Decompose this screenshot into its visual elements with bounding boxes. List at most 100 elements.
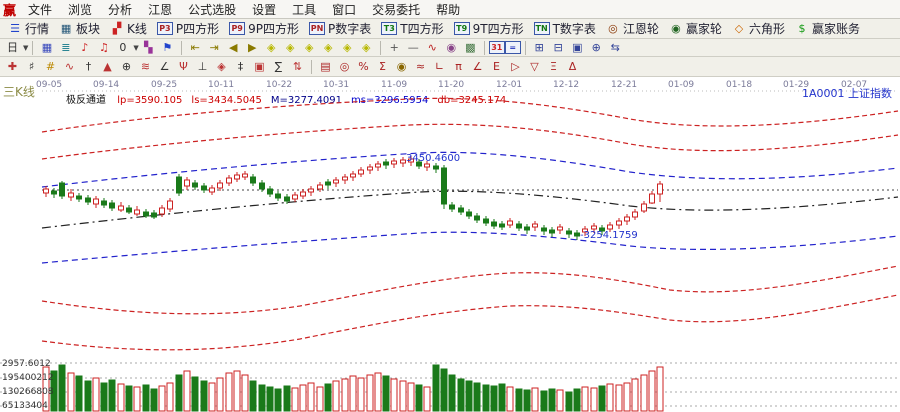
flag-icon[interactable]: ⚑: [159, 40, 176, 56]
cycle-tool-icon[interactable]: ◉: [443, 40, 460, 56]
angle-tool-icon[interactable]: ∠: [469, 59, 486, 75]
elliott-tool-icon[interactable]: E: [488, 59, 505, 75]
quote-list-icon[interactable]: ≣: [57, 40, 74, 56]
transfer-icon[interactable]: ⇆: [607, 40, 624, 56]
gann-wheel-button[interactable]: ◎江恩轮: [601, 19, 664, 38]
volume-bar: [176, 375, 182, 411]
menu-item-6[interactable]: 工具: [284, 2, 324, 18]
draw-gann-grid-icon[interactable]: #: [42, 59, 59, 75]
calendar-icon[interactable]: 31: [489, 41, 505, 54]
draw-triangle-icon[interactable]: ▲: [99, 59, 116, 75]
menu-item-2[interactable]: 分析: [100, 2, 140, 18]
save-icon[interactable]: ▣: [569, 40, 586, 56]
percent-line-icon[interactable]: %: [355, 59, 372, 75]
zoom-out-x-icon[interactable]: ◈: [263, 40, 280, 56]
first-bar-icon[interactable]: ⇤: [187, 40, 204, 56]
menu-item-8[interactable]: 交易委托: [364, 2, 428, 18]
play-fan-icon[interactable]: ▷: [507, 59, 524, 75]
p-number-table-button[interactable]: PNP数字表: [304, 19, 376, 38]
pi-tool-icon[interactable]: π: [450, 59, 467, 75]
9t-square-button[interactable]: T99T四方形: [449, 19, 529, 38]
draw-arcs-icon[interactable]: ≋: [137, 59, 154, 75]
draw-fork-icon[interactable]: Ψ: [175, 59, 192, 75]
lower-blue-line: [42, 232, 898, 263]
quotes-button[interactable]: ☰行情: [3, 19, 54, 38]
cascade-window-icon[interactable]: ⊟: [550, 40, 567, 56]
menu-item-3[interactable]: 江恩: [140, 2, 180, 18]
zoom-in-y-icon[interactable]: ◈: [320, 40, 337, 56]
menu-item-7[interactable]: 窗口: [324, 2, 364, 18]
zoom-out-y-icon[interactable]: ◈: [301, 40, 318, 56]
menu-item-9[interactable]: 帮助: [428, 2, 468, 18]
draw-angle-line-icon[interactable]: ✚: [4, 59, 21, 75]
t-number-table-button[interactable]: TNT数字表: [529, 19, 601, 38]
draw-anchor-icon[interactable]: ‡: [232, 59, 249, 75]
menu-item-1[interactable]: 浏览: [60, 2, 100, 18]
p-number-table-label: P数字表: [328, 20, 371, 37]
draw-cross-icon[interactable]: †: [80, 59, 97, 75]
wave-tool-icon[interactable]: ∿: [424, 40, 441, 56]
candle-body: [542, 228, 547, 231]
window-layout-dropdown-icon[interactable]: ▼: [23, 44, 28, 52]
minute-chart-icon[interactable]: ♪: [76, 40, 93, 56]
candle-body: [235, 175, 240, 179]
menu-item-0[interactable]: 文件: [20, 2, 60, 18]
xi-tool-icon[interactable]: Ξ: [545, 59, 562, 75]
gann-circle-icon[interactable]: ◎: [336, 59, 353, 75]
candle-body: [160, 208, 165, 214]
volume-bar: [624, 383, 630, 411]
winner-wheel-button[interactable]: ◉赢家轮: [664, 19, 727, 38]
fib-arc-icon[interactable]: ≈: [412, 59, 429, 75]
sectors-button[interactable]: ▦板块: [54, 19, 105, 38]
prev-bar-icon[interactable]: ◀: [225, 40, 242, 56]
report-table-icon[interactable]: ▦: [38, 40, 55, 56]
hexagon-icon: ◇: [732, 22, 746, 36]
add-chart-icon[interactable]: ⊕: [588, 40, 605, 56]
adjust-mode-icon[interactable]: 0: [114, 40, 131, 56]
calculator-icon[interactable]: =: [505, 41, 521, 54]
delta-tool-icon[interactable]: Δ: [564, 59, 581, 75]
zoom-all-icon[interactable]: ◈: [358, 40, 375, 56]
winner-account-button[interactable]: $赢家账务: [790, 19, 865, 38]
menu-item-5[interactable]: 设置: [244, 2, 284, 18]
draw-angle-icon[interactable]: ∠: [156, 59, 173, 75]
next-bar-icon[interactable]: ▶: [244, 40, 261, 56]
toolbar-separator: [380, 41, 381, 55]
kline-button[interactable]: ▞K线: [105, 19, 152, 38]
cycle-ring-icon[interactable]: ◉: [393, 59, 410, 75]
draw-circle-icon[interactable]: ⊕: [118, 59, 135, 75]
gann-fan-icon[interactable]: ▤: [317, 59, 334, 75]
t-square-button[interactable]: T3T四方形: [376, 19, 448, 38]
stats-tool-icon[interactable]: ▩: [462, 40, 479, 56]
candle-body: [251, 177, 256, 183]
horizontal-line-icon[interactable]: —: [405, 40, 422, 56]
right-angle-icon[interactable]: ∟: [431, 59, 448, 75]
sigma-tool-icon[interactable]: Σ: [374, 59, 391, 75]
last-bar-icon[interactable]: ⇥: [206, 40, 223, 56]
kline-chart-icon[interactable]: ♫: [95, 40, 112, 56]
adjust-mode-dropdown-icon[interactable]: ▼: [133, 44, 138, 52]
candle-body: [202, 186, 207, 190]
zoom-in-x-icon[interactable]: ◈: [282, 40, 299, 56]
down-fan-icon[interactable]: ▽: [526, 59, 543, 75]
draw-updown-icon[interactable]: ⇅: [289, 59, 306, 75]
draw-support-icon[interactable]: ⊥: [194, 59, 211, 75]
hexagon-button[interactable]: ◇六角形: [727, 19, 790, 38]
9p-square-button[interactable]: P99P四方形: [224, 19, 304, 38]
multi-stock-icon[interactable]: ▚: [140, 40, 157, 56]
zoom-fit-icon[interactable]: ◈: [339, 40, 356, 56]
draw-sum-icon[interactable]: ∑: [270, 59, 287, 75]
draw-wave-icon[interactable]: ∿: [61, 59, 78, 75]
tile-window-icon[interactable]: ⊞: [531, 40, 548, 56]
draw-diamond-icon[interactable]: ◈: [213, 59, 230, 75]
draw-grid-icon[interactable]: ♯: [23, 59, 40, 75]
draw-box-icon[interactable]: ▣: [251, 59, 268, 75]
window-layout-icon[interactable]: 日: [4, 40, 21, 56]
crosshair-icon[interactable]: +: [386, 40, 403, 56]
menu-item-4[interactable]: 公式选股: [180, 2, 244, 18]
p-square-button[interactable]: P3P四方形: [152, 19, 224, 38]
volume-bar: [507, 387, 513, 411]
winner-wheel-label: 赢家轮: [686, 20, 722, 37]
volume-bar: [317, 387, 323, 411]
kline-chart-canvas[interactable]: [0, 79, 900, 412]
